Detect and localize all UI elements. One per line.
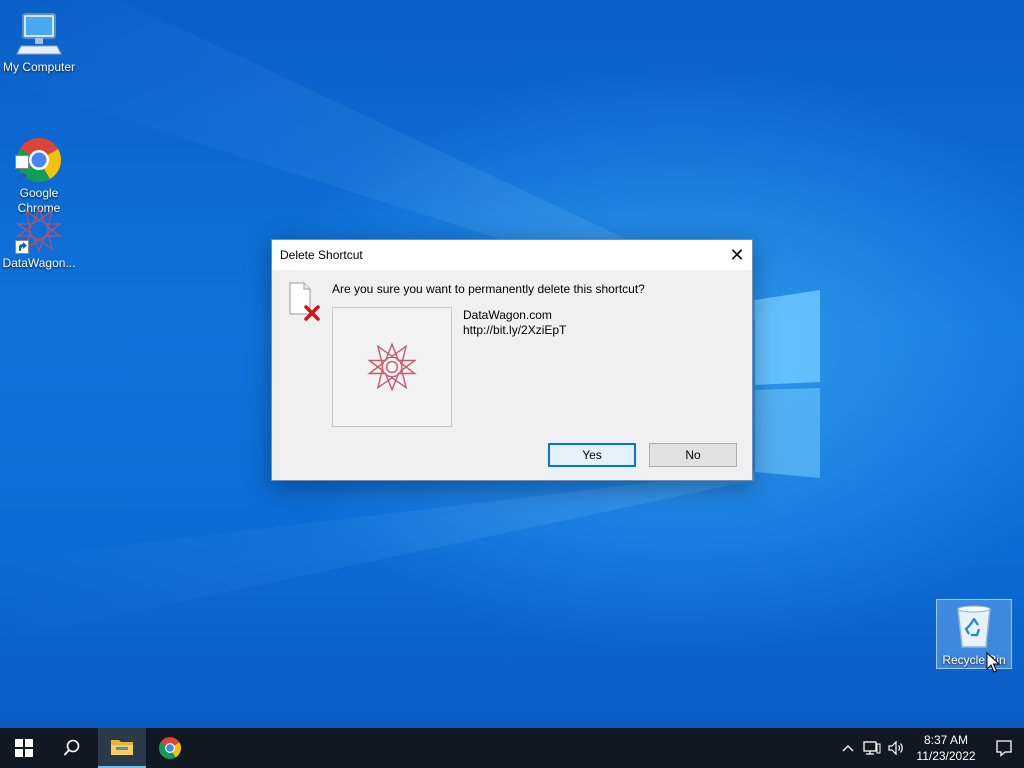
datawagon-star-icon [367,342,417,392]
system-tray: 8:37 AM 11/23/2022 [836,728,1024,768]
chrome-icon [159,737,181,759]
dialog-titlebar[interactable]: Delete Shortcut ✕ [272,240,752,270]
mouse-cursor-icon [986,652,1000,673]
shortcut-arrow-icon [15,240,29,254]
shortcut-url: http://bit.ly/2XziEpT [463,323,567,337]
notification-icon [996,740,1012,757]
tray-chevron-icon[interactable] [836,728,860,768]
shortcut-info: DataWagon.com http://bit.ly/2XziEpT [463,308,566,338]
search-button[interactable] [48,728,96,768]
recycle-bin-icon [950,603,998,651]
dialog-question: Are you sure you want to permanently del… [332,282,645,296]
desktop-icon-label: My Computer [2,60,76,74]
desktop-icon-datawagon[interactable]: DataWagon... [1,206,77,271]
shortcut-preview [332,307,452,427]
no-button[interactable]: No [649,443,737,467]
datawagon-star-icon [15,206,63,254]
shortcut-name: DataWagon.com [463,308,552,322]
clock-time: 8:37 AM [923,733,969,747]
clock-date: 11/23/2022 [916,749,976,763]
notification-center-button[interactable] [984,728,1024,768]
chrome-icon [15,121,63,182]
network-icon[interactable] [860,728,884,768]
dialog-title: Delete Shortcut [280,248,363,262]
yes-button[interactable]: Yes [548,443,636,467]
delete-shortcut-dialog: Delete Shortcut ✕ Are you sure you want … [271,239,753,481]
start-button[interactable] [0,728,48,768]
desktop-icon-label: DataWagon... [2,256,76,270]
windows-start-icon [15,739,33,757]
taskbar: 8:37 AM 11/23/2022 [0,728,1024,768]
volume-icon[interactable] [884,728,908,768]
delete-file-icon [288,282,322,322]
computer-icon [15,10,63,58]
folder-icon [111,740,133,755]
shortcut-arrow-icon [15,155,29,181]
taskbar-clock[interactable]: 8:37 AM 11/23/2022 [908,732,984,764]
search-icon [63,739,80,756]
dialog-body: Are you sure you want to permanently del… [272,270,752,480]
desktop-icon-my-computer[interactable]: My Computer [1,10,77,75]
dialog-close-button[interactable]: ✕ [722,240,752,270]
taskbar-chrome[interactable] [146,728,194,768]
taskbar-file-explorer[interactable] [98,728,146,768]
desktop-icon-recycle-bin[interactable]: Recycle Bin [936,599,1012,669]
